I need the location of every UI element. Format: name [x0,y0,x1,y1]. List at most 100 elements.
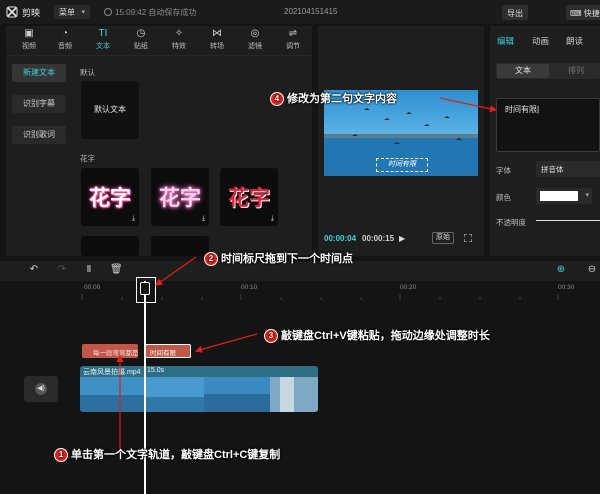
video-thumbnails [80,377,318,412]
adjust-icon: ⇌ [288,28,298,39]
font-value: 拼音体 [541,165,564,174]
save-status-text: 15:09:42 自动保存成功 [115,8,197,17]
subtab-text[interactable]: 文本 [497,64,549,78]
huazi-card[interactable]: 花字 ⤓ [81,168,139,226]
preview-caption[interactable]: 时间有限 [376,158,428,172]
tab-label: 特效 [172,43,186,50]
tab-audio[interactable]: ◔ 音频 [50,28,80,54]
tool-tabs: ▣ 视频 ◔ 音频 TI 文本 ◷ 贴纸 ✧ 特效 ⋈ 转场 ◎ 滤镜 ⇌ 调节 [6,26,312,56]
project-name: 202104151415 [284,7,338,16]
clock-icon [104,8,112,16]
tab-label: 滤镜 [248,43,262,50]
font-select[interactable]: 拼音体 [536,161,600,177]
text-clip[interactable]: 时间有限 [145,344,191,358]
filter-icon: ◎ [250,28,260,39]
opacity-slider[interactable] [536,220,600,221]
color-label: 颜色 [496,193,511,202]
video-clip-duration: 15.0s [147,367,165,374]
current-time: 00:00:04 [324,234,357,243]
default-text-card[interactable]: 默认文本 [81,81,139,139]
annotation-step-1: 1 单击第一个文字轨道，敲键盘Ctrl+C键复制 [54,446,280,462]
capcut-logo-icon [6,6,18,18]
color-swatch [540,191,578,201]
download-icon: ⤓ [201,215,205,222]
play-icon[interactable]: ▶ [399,234,405,243]
huazi-card[interactable]: 花字 ⤓ [220,168,278,226]
recognize-lyrics-button[interactable]: 识别歌词 [12,126,66,144]
fullscreen-icon[interactable] [464,234,472,242]
text-clip[interactable]: 每一段弯弯都是 [82,344,138,358]
section-default-title: 默认 [80,68,95,77]
sticker-icon: ◷ [136,28,146,39]
tab-video[interactable]: ▣ 视频 [14,28,44,54]
huazi-card[interactable] [81,236,139,256]
tab-label: 调节 [286,43,300,50]
text-content-value: 时间有限 [505,105,537,114]
annotation-step-2: 2 时间标尺拖到下一个时间点 [204,250,353,266]
text-icon: TI [98,28,108,39]
huazi-sample: 花字 [228,186,270,210]
font-label: 字体 [496,166,511,175]
save-status: 15:09:42 自动保存成功 [104,7,196,18]
huazi-card[interactable]: 花字 ⤓ [151,168,209,226]
tab-label: 视频 [22,43,36,50]
app-name: 剪映 [22,8,41,18]
ruler-tick: 00:30 [558,284,575,291]
shortcut-button[interactable]: ⌨ 快捷 [566,5,600,20]
tab-text[interactable]: TI 文本 [88,28,118,54]
snap-icon[interactable]: ⊕ [555,264,567,276]
aspect-ratio-button[interactable]: 原始 [432,232,454,244]
step-number: 1 [54,448,68,462]
split-icon[interactable]: Ⅱ [83,264,95,276]
undo-icon[interactable]: ↶ [28,264,40,276]
keyboard-icon: ⌨ [570,9,582,18]
tab-transition[interactable]: ⋈ 转场 [202,28,232,54]
video-icon: ▣ [24,28,34,39]
zoom-out-icon[interactable]: ⊖ [586,264,598,276]
tab-animation[interactable]: 动画 [532,35,549,47]
playhead[interactable] [144,281,146,494]
color-picker[interactable]: ▾ [536,188,592,204]
tab-effects[interactable]: ✧ 特效 [164,28,194,54]
tab-label: 转场 [210,43,224,50]
step-number: 4 [270,92,284,106]
tab-read-aloud[interactable]: 朗读 [566,35,583,47]
delete-icon[interactable]: 🗑 [110,264,123,276]
export-button[interactable]: 导出 [502,5,528,20]
section-huazi-title: 花字 [80,154,95,163]
annotation-highlight-box [136,277,156,303]
tab-edit[interactable]: 编辑 [497,35,514,47]
annotation-text: 敲键盘Ctrl+V键粘贴，拖动边缘处调整时长 [281,330,490,342]
speaker-icon: ◀) [35,383,47,395]
tab-label: 文本 [96,43,110,50]
tab-label: 音频 [58,43,72,50]
tab-adjust[interactable]: ⇌ 调节 [278,28,308,54]
menu-label: 菜单 [59,8,75,17]
tab-label: 贴纸 [134,43,148,50]
text-content-input[interactable]: 时间有限| [496,98,600,152]
tab-sticker[interactable]: ◷ 贴纸 [126,28,156,54]
huazi-sample: 花字 [89,186,131,210]
step-number: 3 [264,329,278,343]
huazi-card[interactable] [151,236,209,256]
annotation-text: 时间标尺拖到下一个时间点 [221,253,353,265]
download-icon: ⤓ [270,215,274,222]
step-number: 2 [204,252,218,266]
new-text-button[interactable]: 新建文本 [12,64,66,82]
chevron-down-icon: ▾ [81,9,85,16]
opacity-label: 不透明度 [496,218,526,227]
time-ruler[interactable] [80,294,600,300]
ruler-tick: 00:10 [241,284,258,291]
subtab-layout[interactable]: 排列 [552,64,600,78]
tab-filter[interactable]: ◎ 滤镜 [240,28,270,54]
redo-icon[interactable]: ↷ [56,264,68,276]
audio-track-header[interactable]: ◀) [24,376,58,402]
video-clip-name: 云南风景拍摄.mp4 [83,369,141,376]
audio-icon: ◔ [61,28,69,39]
menu-button[interactable]: 菜单 ▾ [54,5,90,19]
recognize-subtitles-button[interactable]: 识别字幕 [12,95,66,113]
annotation-text: 修改为第二句文字内容 [287,93,397,105]
annotation-step-3: 3 敲键盘Ctrl+V键粘贴，拖动边缘处调整时长 [264,327,490,343]
total-time: 00:00:15 [362,234,395,243]
chevron-down-icon: ▾ [585,192,589,199]
